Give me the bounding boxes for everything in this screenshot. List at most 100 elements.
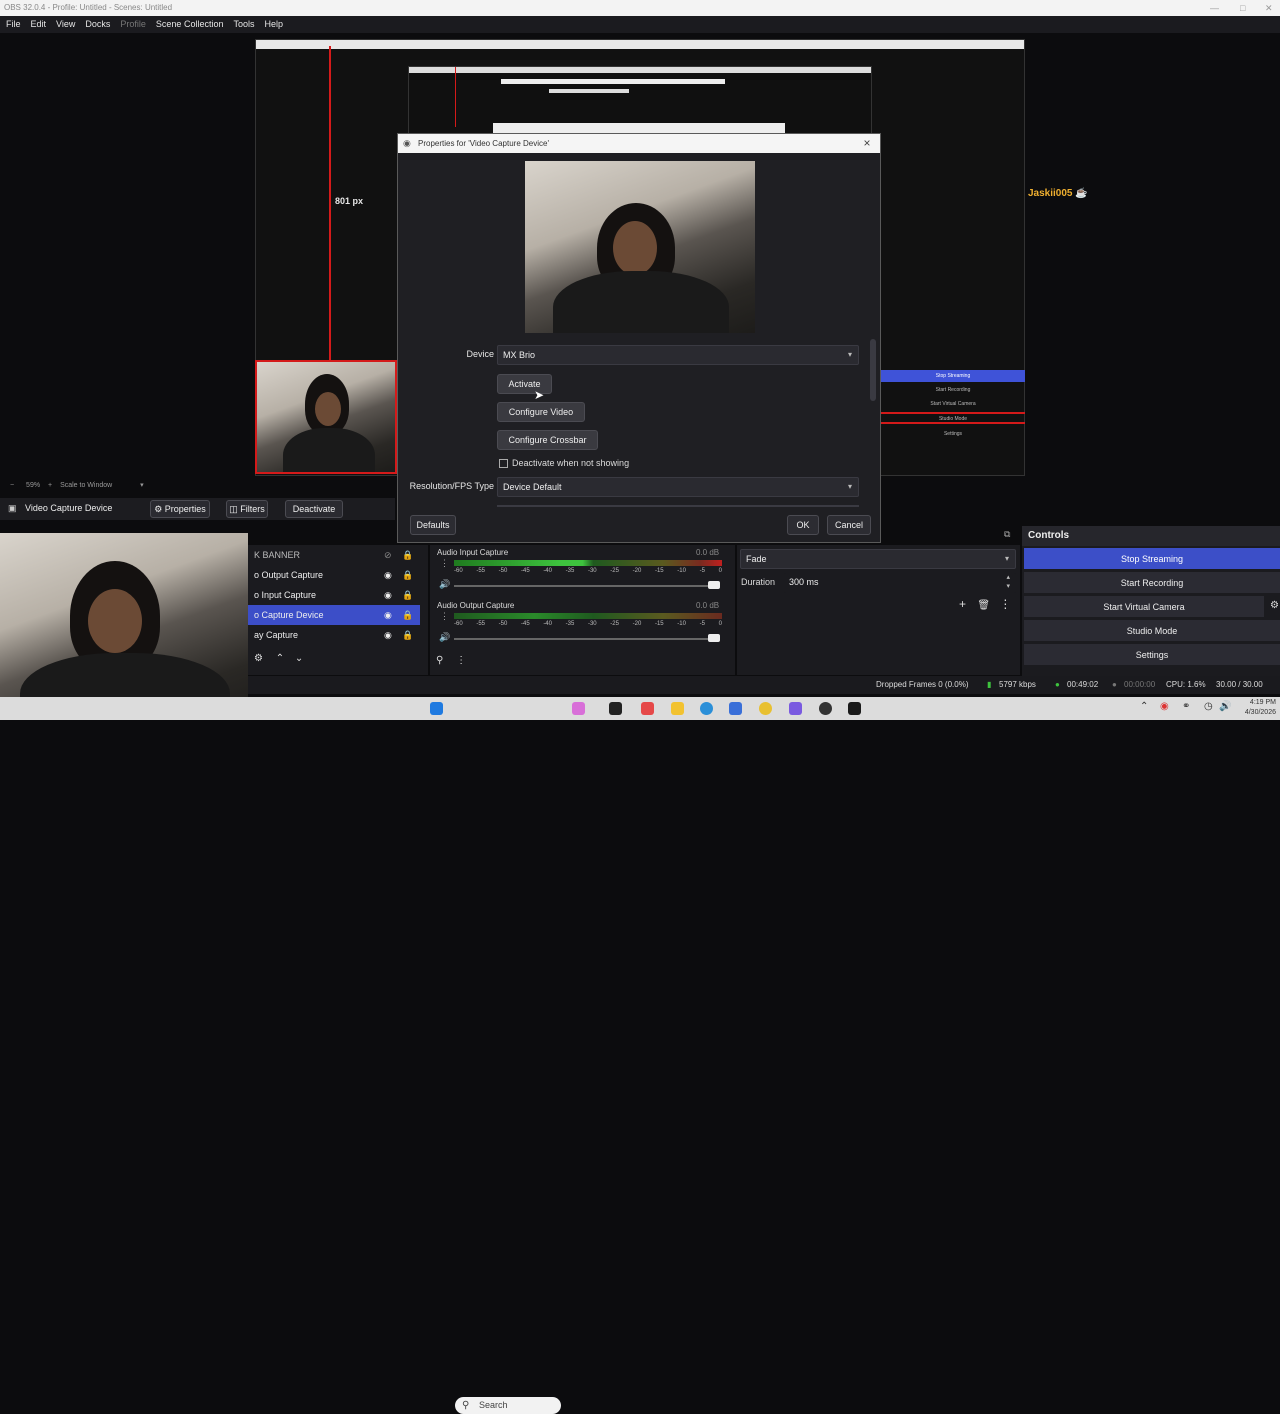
tray-app-icon[interactable]: ◉ <box>1160 701 1169 712</box>
volume-slider-handle[interactable] <box>708 581 720 589</box>
scale-chevron-down-icon[interactable]: ▾ <box>140 482 144 489</box>
spin-arrows-icon[interactable]: ▴ ▾ <box>1006 573 1010 591</box>
menu-docks[interactable]: Docks <box>85 16 110 33</box>
volume-slider[interactable] <box>454 585 716 587</box>
filters-button[interactable]: ◫ Filters <box>226 500 268 518</box>
close-window-icon[interactable]: ✕ <box>1265 0 1273 16</box>
defaults-button[interactable]: Defaults <box>410 515 456 535</box>
menu-scene-collection[interactable]: Scene Collection <box>156 16 224 33</box>
store-icon[interactable] <box>729 702 742 715</box>
minimize-icon[interactable]: — <box>1210 0 1219 16</box>
menu-file[interactable]: File <box>6 16 21 33</box>
settings-button[interactable]: Settings <box>1024 644 1280 665</box>
resolution-value: Device Default <box>503 482 562 492</box>
close-icon[interactable]: × <box>860 136 874 150</box>
configure-crossbar-button[interactable]: Configure Crossbar <box>497 430 598 450</box>
deactivate-button[interactable]: Deactivate <box>285 500 343 518</box>
lock-icon[interactable]: 🔒 <box>402 545 413 565</box>
trash-icon[interactable]: 🗑 <box>977 600 990 611</box>
more-options-icon[interactable]: ⋮ <box>999 597 1011 611</box>
deactivate-checkbox-label[interactable]: Deactivate when not showing <box>512 458 629 468</box>
task-view-icon[interactable] <box>609 702 622 715</box>
copilot-icon[interactable] <box>641 702 654 715</box>
scale-to-window[interactable]: Scale to Window <box>60 482 112 489</box>
duration-spinbox[interactable]: 300 ms ▴ ▾ <box>784 573 1016 593</box>
move-up-icon[interactable]: ⌃ <box>276 653 284 664</box>
windows-start-icon[interactable] <box>430 702 443 715</box>
properties-button[interactable]: ⚙ Properties <box>150 500 210 518</box>
meter-scale: -60 -55 -50 -45 -40 -35 -30 -25 -20 -15 -10 -5 0 <box>454 568 722 574</box>
start-virtual-camera-button[interactable]: Start Virtual Camera <box>1024 596 1264 617</box>
lock-icon[interactable]: 🔒 <box>402 585 413 605</box>
discord-icon[interactable] <box>789 702 802 715</box>
start-recording-button[interactable]: Start Recording <box>1024 572 1280 593</box>
nested-inner-dialog-title <box>493 123 785 133</box>
preview-webcam-source[interactable] <box>255 360 397 474</box>
stop-streaming-button[interactable]: Stop Streaming <box>1024 548 1280 569</box>
transitions-panel: Fade ▾ Duration 300 ms ▴ ▾ + 🗑 ⋮ <box>737 545 1020 675</box>
deactivate-checkbox[interactable] <box>499 459 508 468</box>
nested-inner-title <box>409 67 871 73</box>
obs-taskbar-icon[interactable] <box>819 702 832 715</box>
taskbar-search[interactable]: ⚲ Search <box>455 1397 561 1414</box>
device-select[interactable]: MX Brio ▾ <box>497 345 859 365</box>
zoom-out-icon[interactable]: − <box>10 482 14 489</box>
chrome-icon[interactable] <box>759 702 772 715</box>
clock[interactable]: 4:19 PM 4/30/2026 <box>1240 698 1276 718</box>
dock-float-icon[interactable]: ⧉ <box>1004 529 1010 540</box>
mixer-menu-icon[interactable]: ⋮ <box>440 558 449 569</box>
source-item-banner[interactable]: K BANNER ⊘ 🔒 <box>248 545 428 565</box>
window-title: OBS 32.0.4 - Profile: Untitled - Scenes:… <box>4 3 173 12</box>
source-item-input[interactable]: o Input Capture ◉ 🔒 <box>248 585 428 605</box>
volume-slider-handle[interactable] <box>708 634 720 642</box>
cancel-button[interactable]: Cancel <box>827 515 871 535</box>
microphone-icon[interactable]: ⚭ <box>1182 701 1190 712</box>
hidden-eye-icon[interactable]: ⊘ <box>384 545 392 565</box>
maximize-icon[interactable]: □ <box>1240 0 1245 16</box>
virtual-camera-settings-icon[interactable]: ⚙ <box>1270 600 1279 611</box>
lock-icon[interactable]: 🔒 <box>402 625 413 645</box>
source-settings-icon[interactable]: ⚙ <box>254 653 263 664</box>
source-item-capture-device[interactable]: o Capture Device ◉ 🔒 <box>248 605 420 625</box>
menu-profile[interactable]: Profile <box>120 16 146 33</box>
add-icon[interactable]: + <box>959 597 966 611</box>
studio-mode-button[interactable]: Studio Mode <box>1024 620 1280 641</box>
nested-title-bar <box>256 40 1024 49</box>
device-value: MX Brio <box>503 350 536 360</box>
source-item-output[interactable]: o Output Capture ◉ 🔒 <box>248 565 428 585</box>
source-name: Video Capture Device <box>25 503 113 513</box>
mixer-menu-icon[interactable]: ⋮ <box>440 611 449 622</box>
menu-view[interactable]: View <box>56 16 75 33</box>
speaker-icon[interactable]: 🔊 <box>439 632 450 643</box>
file-explorer-icon[interactable] <box>671 702 684 715</box>
menu-help[interactable]: Help <box>264 16 283 33</box>
terminal-icon[interactable] <box>848 702 861 715</box>
edge-browser-icon[interactable] <box>700 702 713 715</box>
source-item-display[interactable]: ay Capture ◉ 🔒 <box>248 625 428 645</box>
lock-icon[interactable]: 🔒 <box>402 565 413 585</box>
move-down-icon[interactable]: ⌄ <box>295 653 303 664</box>
widgets-icon[interactable] <box>572 702 585 715</box>
menu-tools[interactable]: Tools <box>233 16 254 33</box>
volume-slider[interactable] <box>454 638 716 640</box>
zoom-in-icon[interactable]: + <box>48 482 52 489</box>
eye-icon[interactable]: ◉ <box>384 625 392 645</box>
clock-date: 4/30/2026 <box>1244 709 1276 716</box>
eye-icon[interactable]: ◉ <box>384 565 392 585</box>
eye-icon[interactable]: ◉ <box>384 605 392 625</box>
advanced-audio-icon[interactable]: ⚲ <box>436 655 443 666</box>
resolution-select[interactable]: Device Default ▾ <box>497 477 859 497</box>
configure-video-button[interactable]: Configure Video <box>497 402 585 422</box>
mixer-options-icon[interactable]: ⋮ <box>456 655 466 666</box>
dialog-scrollbar[interactable] <box>870 339 876 401</box>
ok-button[interactable]: OK <box>787 515 819 535</box>
tray-chevron-icon[interactable]: ⌃ <box>1140 701 1148 712</box>
speaker-icon[interactable]: 🔊 <box>439 579 450 590</box>
source-item-label: K BANNER <box>254 550 301 560</box>
transition-select[interactable]: Fade ▾ <box>740 549 1016 569</box>
volume-icon[interactable]: 🔊 <box>1219 701 1231 712</box>
lock-icon[interactable]: 🔒 <box>402 605 413 625</box>
wifi-icon[interactable]: ◷ <box>1204 701 1213 712</box>
menu-edit[interactable]: Edit <box>31 16 47 33</box>
eye-icon[interactable]: ◉ <box>384 585 392 605</box>
